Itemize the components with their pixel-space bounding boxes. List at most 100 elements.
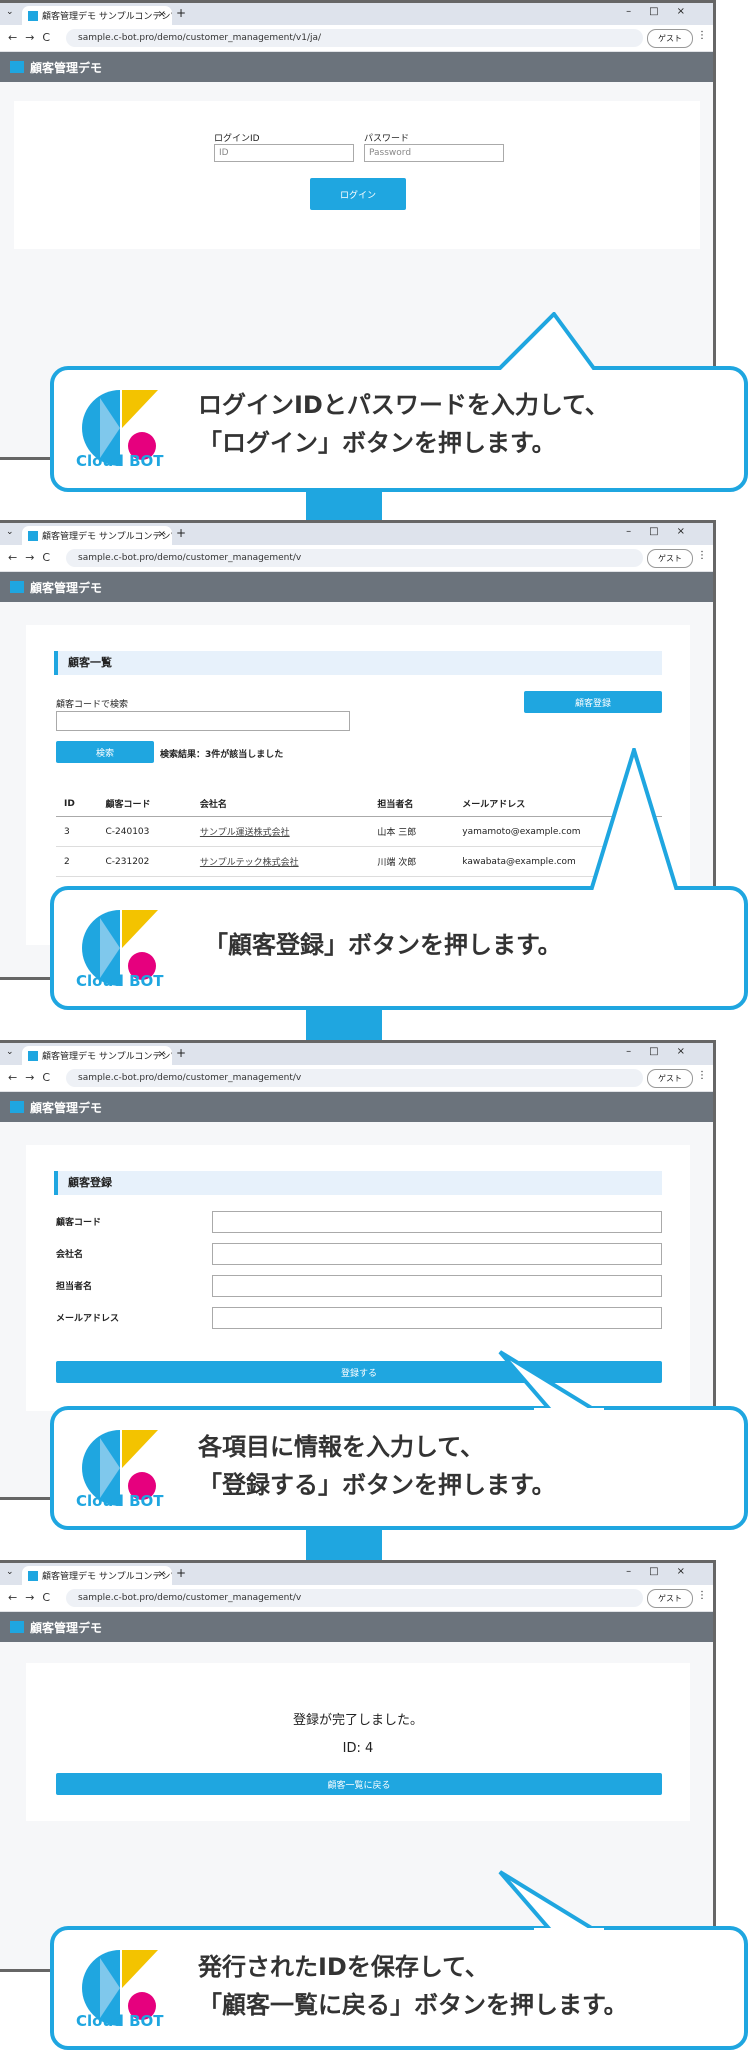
close-tab-icon[interactable]: × <box>158 1049 166 1060</box>
callout-text: 各項目に情報を入力して、「登録する」ボタンを押します。 <box>198 1428 556 1504</box>
tab-menu-icon[interactable]: ⌄ <box>6 527 14 537</box>
register-customer-button[interactable]: 顧客登録 <box>524 691 662 713</box>
table-row: 2 C-231202 サンプルテック株式会社 川端 次郎 kawabata@ex… <box>56 846 662 877</box>
callout-text: ログインIDとパスワードを入力して、 「ログイン」ボタンを押します。 <box>198 386 609 462</box>
column-header: ID <box>56 791 98 817</box>
favicon-icon <box>28 530 38 541</box>
guest-profile-button[interactable]: ゲスト <box>647 1589 693 1608</box>
browser-tab-strip: ⌄ 顧客管理デモ サンプルコンテンツ | × + –□× <box>0 1043 713 1065</box>
callout-step4: Cloud BOT 発行されたIDを保存して、 「顧客一覧に戻る」ボタンを押します… <box>50 1870 748 2050</box>
new-tab-button[interactable]: + <box>176 1566 186 1580</box>
new-tab-button[interactable]: + <box>176 526 186 540</box>
callout-text: 「顧客登録」ボタンを押します。 <box>204 926 562 964</box>
favicon-icon <box>28 1570 38 1581</box>
section-title: 顧客一覧 <box>54 651 662 675</box>
tab-menu-icon[interactable]: ⌄ <box>6 1047 14 1057</box>
browser-tab[interactable]: 顧客管理デモ サンプルコンテンツ | × <box>22 1046 172 1065</box>
field-label-company: 会社名 <box>56 1250 84 1260</box>
password-input[interactable]: Password <box>364 144 504 162</box>
customer-table: ID 顧客コード 会社名 担当者名 メールアドレス 3 C-240103 サンプ… <box>56 791 662 877</box>
url-field[interactable]: sample.c-bot.pro/demo/customer_managemen… <box>66 29 643 47</box>
close-tab-icon[interactable]: × <box>158 9 166 20</box>
app-logo-icon <box>10 1621 24 1633</box>
column-header: 会社名 <box>191 791 370 817</box>
tab-menu-icon[interactable]: ⌄ <box>6 1567 14 1577</box>
callout-tail <box>498 1870 604 1936</box>
company-link[interactable]: サンプルテック株式会社 <box>191 846 370 877</box>
callout-tail <box>488 312 602 376</box>
more-menu-icon[interactable]: ⋮ <box>697 1070 707 1081</box>
login-button[interactable]: ログイン <box>310 178 406 210</box>
app-header: 顧客管理デモ <box>0 1612 713 1642</box>
search-button[interactable]: 検索 <box>56 741 154 763</box>
app-header: 顧客管理デモ <box>0 1092 713 1122</box>
window-controls[interactable]: –□× <box>626 1566 703 1577</box>
search-label: 顧客コードで検索 <box>56 700 129 710</box>
favicon-icon <box>28 10 38 21</box>
field-label-code: 顧客コード <box>56 1218 102 1228</box>
callout-step1: Cloud BOT ログインIDとパスワードを入力して、 「ログイン」ボタンを押し… <box>50 312 748 492</box>
callout-line-1: 各項目に情報を入力して、 <box>198 1433 485 1461</box>
new-tab-button[interactable]: + <box>176 1046 186 1060</box>
cloudbot-logo-text: Cloud BOT <box>76 452 164 470</box>
nav-buttons[interactable]: ←→C <box>8 551 58 564</box>
table-header-row: ID 顧客コード 会社名 担当者名 メールアドレス <box>56 791 662 817</box>
login-id-label: ログインID <box>214 134 260 144</box>
cloudbot-logo-text: Cloud BOT <box>76 2012 164 2030</box>
callout-line-2: 「登録する」ボタンを押します。 <box>198 1471 556 1499</box>
callout-tail <box>584 748 684 896</box>
more-menu-icon[interactable]: ⋮ <box>697 1590 707 1601</box>
company-name-input[interactable] <box>212 1243 662 1265</box>
column-header: 担当者名 <box>369 791 455 817</box>
browser-tab-strip: ⌄ 顧客管理デモ サンプルコンテンツ | × + –□× <box>0 523 713 545</box>
customer-code-input[interactable] <box>212 1211 662 1233</box>
guest-profile-button[interactable]: ゲスト <box>647 29 693 48</box>
close-tab-icon[interactable]: × <box>158 529 166 540</box>
password-label: パスワード <box>364 134 410 144</box>
more-menu-icon[interactable]: ⋮ <box>697 550 707 561</box>
nav-buttons[interactable]: ←→C <box>8 31 58 44</box>
callout-step2: Cloud BOT 「顧客登録」ボタンを押します。 <box>50 748 748 1010</box>
nav-buttons[interactable]: ←→C <box>8 1591 58 1604</box>
callout-line-2: 「ログイン」ボタンを押します。 <box>198 429 556 457</box>
cell-code: C-231202 <box>97 846 192 877</box>
callout-tail <box>498 1350 604 1416</box>
favicon-icon <box>28 1050 38 1061</box>
field-label-person: 担当者名 <box>56 1282 93 1292</box>
issued-id-text: ID: 4 <box>342 1741 374 1756</box>
search-result-text: 検索結果：3件が該当しました <box>160 750 284 760</box>
close-tab-icon[interactable]: × <box>158 1569 166 1580</box>
app-header: 顧客管理デモ <box>0 52 713 82</box>
window-controls[interactable]: –□× <box>626 1046 703 1057</box>
callout-line-1: 「顧客登録」ボタンを押します。 <box>204 931 562 959</box>
url-field[interactable]: sample.c-bot.pro/demo/customer_managemen… <box>66 549 643 567</box>
browser-tab[interactable]: 顧客管理デモ サンプルコンテンツ | × <box>22 526 172 545</box>
contact-person-input[interactable] <box>212 1275 662 1297</box>
app-logo-icon <box>10 1101 24 1113</box>
browser-tab[interactable]: 顧客管理デモ サンプルコンテンツ | × <box>22 1566 172 1585</box>
url-field[interactable]: sample.c-bot.pro/demo/customer_managemen… <box>66 1069 643 1087</box>
address-bar: ←→C sample.c-bot.pro/demo/customer_manag… <box>0 25 713 52</box>
new-tab-button[interactable]: + <box>176 6 186 20</box>
email-input[interactable] <box>212 1307 662 1329</box>
window-controls[interactable]: –□× <box>626 6 703 17</box>
complete-message: 登録が完了しました。 <box>292 1713 423 1728</box>
cell-person: 山本 三郎 <box>369 816 455 847</box>
nav-buttons[interactable]: ←→C <box>8 1071 58 1084</box>
browser-tab[interactable]: 顧客管理デモ サンプルコンテンツ | × <box>22 6 172 25</box>
guest-profile-button[interactable]: ゲスト <box>647 1069 693 1088</box>
back-to-list-button[interactable]: 顧客一覧に戻る <box>56 1773 662 1795</box>
guest-profile-button[interactable]: ゲスト <box>647 549 693 568</box>
more-menu-icon[interactable]: ⋮ <box>697 30 707 41</box>
url-field[interactable]: sample.c-bot.pro/demo/customer_managemen… <box>66 1589 643 1607</box>
cell-person: 川端 次郎 <box>369 846 455 877</box>
callout-line-2: 「顧客一覧に戻る」ボタンを押します。 <box>198 1991 628 2019</box>
tab-menu-icon[interactable]: ⌄ <box>6 7 14 17</box>
company-link[interactable]: サンプル運送株式会社 <box>191 816 370 847</box>
login-id-input[interactable]: ID <box>214 144 354 162</box>
screenshot-register-complete: ⌄ 顧客管理デモ サンプルコンテンツ | × + –□× ←→C sample.… <box>0 1560 716 1972</box>
search-input[interactable] <box>56 711 350 731</box>
column-header: 顧客コード <box>97 791 192 817</box>
browser-tab-strip: ⌄ 顧客管理デモ サンプルコンテンツ | × + –□× <box>0 3 713 25</box>
window-controls[interactable]: –□× <box>626 526 703 537</box>
